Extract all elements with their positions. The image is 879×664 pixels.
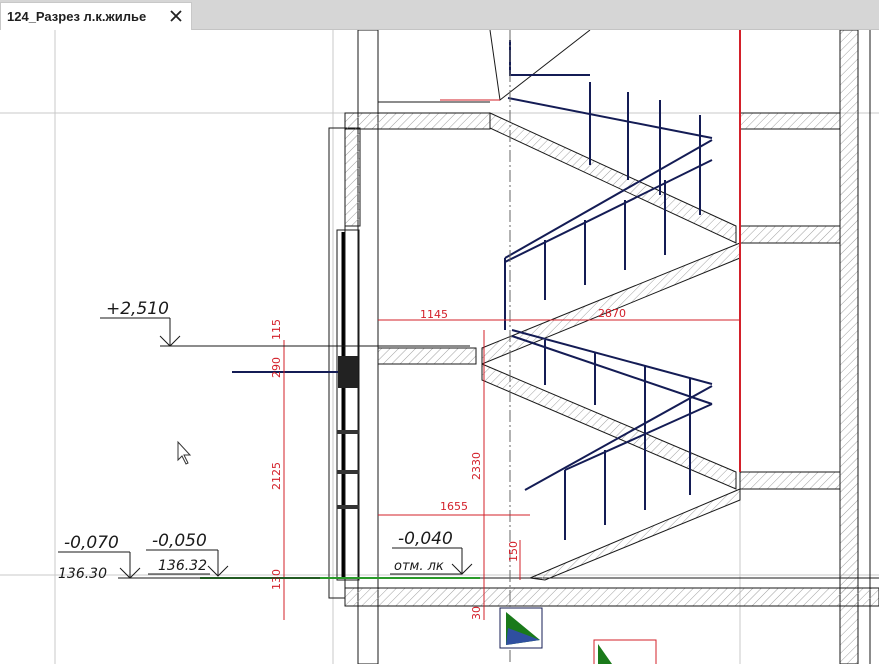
document-tab-bar: 124_Разрез л.к.жилье — [0, 0, 879, 30]
dim-2125: 2125 — [270, 462, 283, 490]
level-mark-text: +2,510 — [106, 299, 169, 319]
document-tab-title: 124_Разрез л.к.жилье — [7, 9, 147, 24]
dim-2330: 2330 — [470, 452, 483, 480]
level-sub-text: 136.32 — [158, 558, 207, 574]
dim-150: 150 — [507, 541, 520, 562]
document-tab[interactable]: 124_Разрез л.к.жилье — [0, 2, 192, 30]
level-mark-minus-0050: -0,050 136.32 — [146, 531, 229, 577]
level-mark-plus-2510: +2,510 — [100, 299, 470, 347]
level-sub-text: 136.30 — [58, 566, 107, 582]
level-sub-text: отм. лк — [394, 559, 444, 574]
level-mark-text: -0,040 — [398, 529, 453, 549]
level-mark-text: -0,050 — [152, 531, 207, 551]
close-icon[interactable] — [167, 7, 185, 25]
dim-290: 290 — [270, 357, 283, 378]
dim-1145: 1145 — [420, 308, 448, 321]
window-frame — [232, 229, 360, 581]
dim-2870: 2870 — [598, 307, 626, 320]
dim-30: 30 — [470, 606, 483, 620]
dim-1655: 1655 — [440, 500, 468, 513]
dim-130: 130 — [270, 569, 283, 590]
level-mark-text: -0,070 — [64, 533, 119, 553]
view-thumbnail[interactable] — [499, 607, 543, 649]
drawing-canvas[interactable]: 1145 2870 115 290 2125 2330 1655 150 30 … — [0, 30, 879, 664]
level-mark-minus-0040: -0,040 отм. лк — [390, 529, 473, 575]
view-thumbnail-2[interactable] — [593, 639, 657, 664]
dim-115: 115 — [270, 319, 283, 340]
mouse-cursor-icon — [177, 440, 192, 465]
